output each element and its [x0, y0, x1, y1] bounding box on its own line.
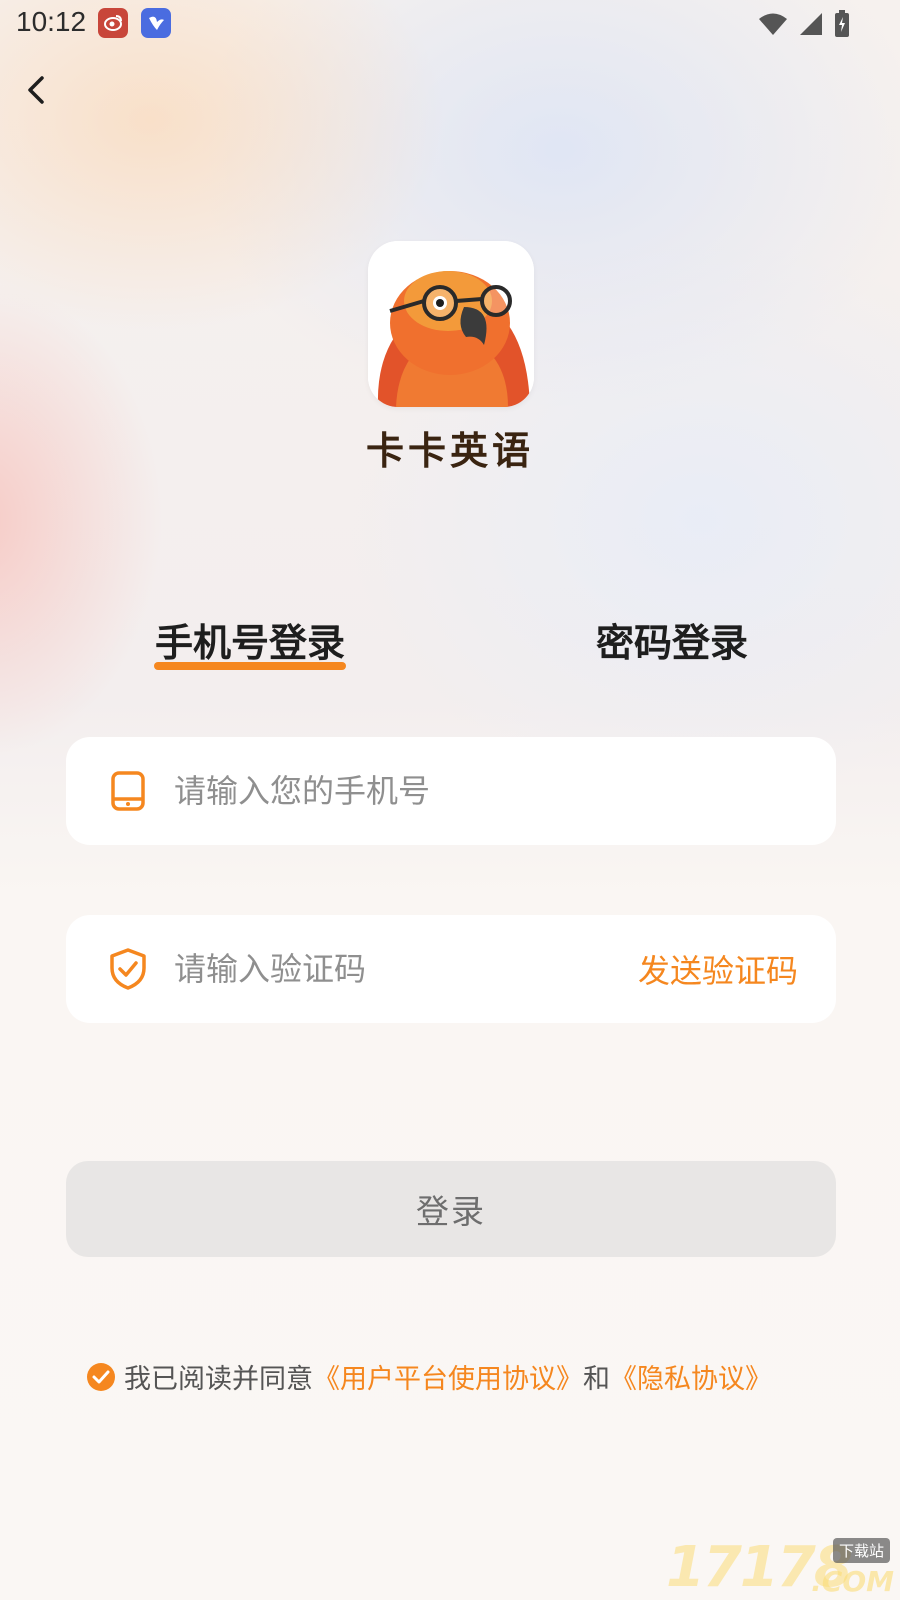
battery-charging-icon	[835, 10, 849, 37]
agreement-prefix: 我已阅读并同意	[124, 1364, 313, 1395]
app-logo	[368, 241, 534, 407]
check-circle-icon	[87, 1362, 115, 1391]
watermark-tag: 下载站	[832, 1538, 890, 1563]
agreement-checkbox[interactable]	[86, 1362, 116, 1392]
tab-phone-login[interactable]: 手机号登录	[150, 612, 350, 667]
user-agreement-link[interactable]: 《用户平台使用协议》	[313, 1357, 583, 1396]
status-time: 10:12	[16, 6, 87, 37]
parrot-logo-icon	[368, 241, 534, 407]
back-button[interactable]	[14, 68, 58, 112]
phone-field[interactable]	[66, 737, 836, 845]
agreement-and: 和	[583, 1364, 610, 1395]
tab-password-login[interactable]: 密码登录	[592, 612, 752, 667]
verification-code-field[interactable]: 发送验证码	[66, 915, 836, 1023]
watermark: 17178 下载站 .COM	[666, 1535, 896, 1600]
wifi-icon	[759, 13, 787, 35]
phone-input[interactable]	[172, 771, 836, 811]
login-button[interactable]: 登录	[66, 1161, 836, 1257]
chevron-left-icon	[28, 76, 44, 104]
system-status-icons	[758, 10, 850, 38]
shield-check-icon	[106, 947, 150, 991]
weibo-notification-icon	[98, 8, 128, 38]
app-name: 卡卡英语	[365, 429, 534, 473]
agreement-row: 我已阅读并同意 《用户平台使用协议》 和 《隐私协议》	[86, 1357, 772, 1396]
verification-code-input[interactable]	[172, 949, 638, 989]
signal-icon	[800, 13, 822, 35]
send-code-button[interactable]: 发送验证码	[638, 946, 798, 992]
bird-app-notification-icon	[141, 8, 171, 38]
active-tab-indicator	[154, 662, 346, 670]
watermark-suffix: .COM	[811, 1565, 894, 1598]
phone-icon	[106, 769, 150, 813]
privacy-policy-link[interactable]: 《隐私协议》	[610, 1357, 772, 1396]
